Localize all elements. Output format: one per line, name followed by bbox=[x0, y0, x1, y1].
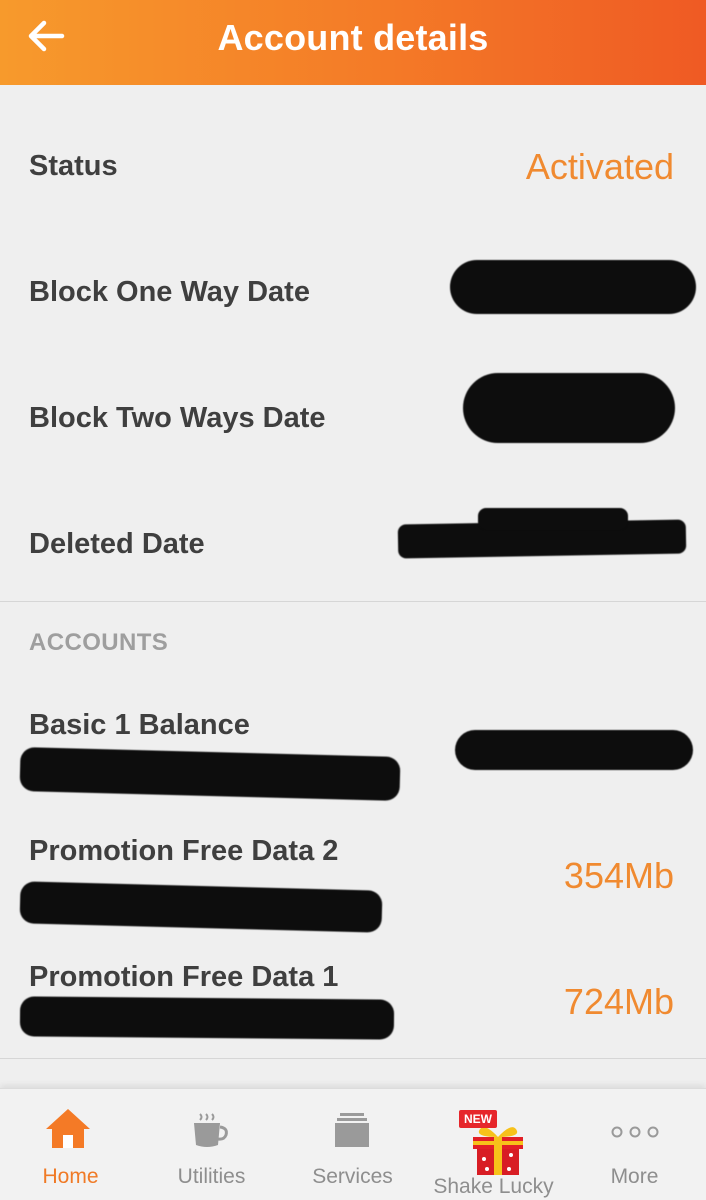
redacted-value bbox=[478, 508, 628, 530]
promotion-free-data-1-value: 724Mb bbox=[563, 981, 674, 1022]
detail-row-status: Status Activated bbox=[0, 104, 706, 230]
nav-label: Shake Lucky bbox=[433, 1175, 554, 1198]
divider bbox=[0, 1058, 706, 1059]
promotion-free-data-2-label: Promotion Free Data 2 bbox=[29, 835, 339, 867]
more-dots-icon bbox=[611, 1126, 659, 1138]
redacted-value bbox=[455, 730, 693, 770]
arrow-left-icon bbox=[28, 20, 65, 52]
account-row-promotion-free-data-1[interactable]: Promotion Free Data 1 724Mb bbox=[0, 932, 706, 1058]
detail-row-block-two-ways-date: Block Two Ways Date bbox=[0, 356, 706, 482]
new-badge: NEW bbox=[459, 1110, 497, 1128]
divider bbox=[0, 601, 706, 602]
bottom-nav: Home Utilities Services Shake Lucky More bbox=[0, 1088, 706, 1200]
nav-label: Services bbox=[312, 1165, 393, 1188]
redacted-subtext bbox=[19, 747, 401, 801]
nav-item-home[interactable]: Home bbox=[0, 1089, 141, 1200]
deleted-date-label: Deleted Date bbox=[29, 528, 205, 560]
app-header: Account details bbox=[0, 0, 706, 85]
detail-row-block-one-way-date: Block One Way Date bbox=[0, 230, 706, 356]
basic-balance-label: Basic 1 Balance bbox=[29, 709, 250, 741]
layers-icon bbox=[335, 1113, 369, 1147]
status-label: Status bbox=[29, 150, 118, 182]
page-title: Account details bbox=[217, 16, 489, 58]
redacted-value bbox=[450, 260, 696, 314]
cup-icon bbox=[194, 1113, 228, 1147]
nav-label: Utilities bbox=[177, 1165, 246, 1188]
nav-label: Home bbox=[42, 1165, 99, 1188]
block-one-way-date-label: Block One Way Date bbox=[29, 276, 310, 308]
block-two-ways-date-label: Block Two Ways Date bbox=[29, 402, 326, 434]
nav-item-shake-lucky[interactable]: Shake Lucky bbox=[423, 1089, 564, 1200]
promotion-free-data-1-label: Promotion Free Data 1 bbox=[29, 961, 339, 993]
promotion-free-data-2-value: 354Mb bbox=[563, 855, 674, 896]
status-value: Activated bbox=[525, 146, 674, 187]
nav-item-utilities[interactable]: Utilities bbox=[141, 1089, 282, 1200]
redacted-subtext bbox=[19, 881, 383, 933]
account-row-basic-balance[interactable]: Basic 1 Balance bbox=[0, 680, 706, 806]
detail-row-deleted-date: Deleted Date bbox=[0, 482, 706, 608]
nav-item-services[interactable]: Services bbox=[282, 1089, 423, 1200]
home-icon bbox=[46, 1109, 90, 1148]
accounts-section-title: ACCOUNTS bbox=[29, 629, 169, 656]
nav-label: More bbox=[610, 1165, 659, 1188]
back-button[interactable] bbox=[18, 12, 74, 60]
redacted-subtext bbox=[19, 996, 395, 1040]
redacted-value bbox=[463, 373, 675, 443]
account-row-promotion-free-data-2[interactable]: Promotion Free Data 2 354Mb bbox=[0, 806, 706, 933]
nav-item-more[interactable]: More bbox=[564, 1089, 705, 1200]
